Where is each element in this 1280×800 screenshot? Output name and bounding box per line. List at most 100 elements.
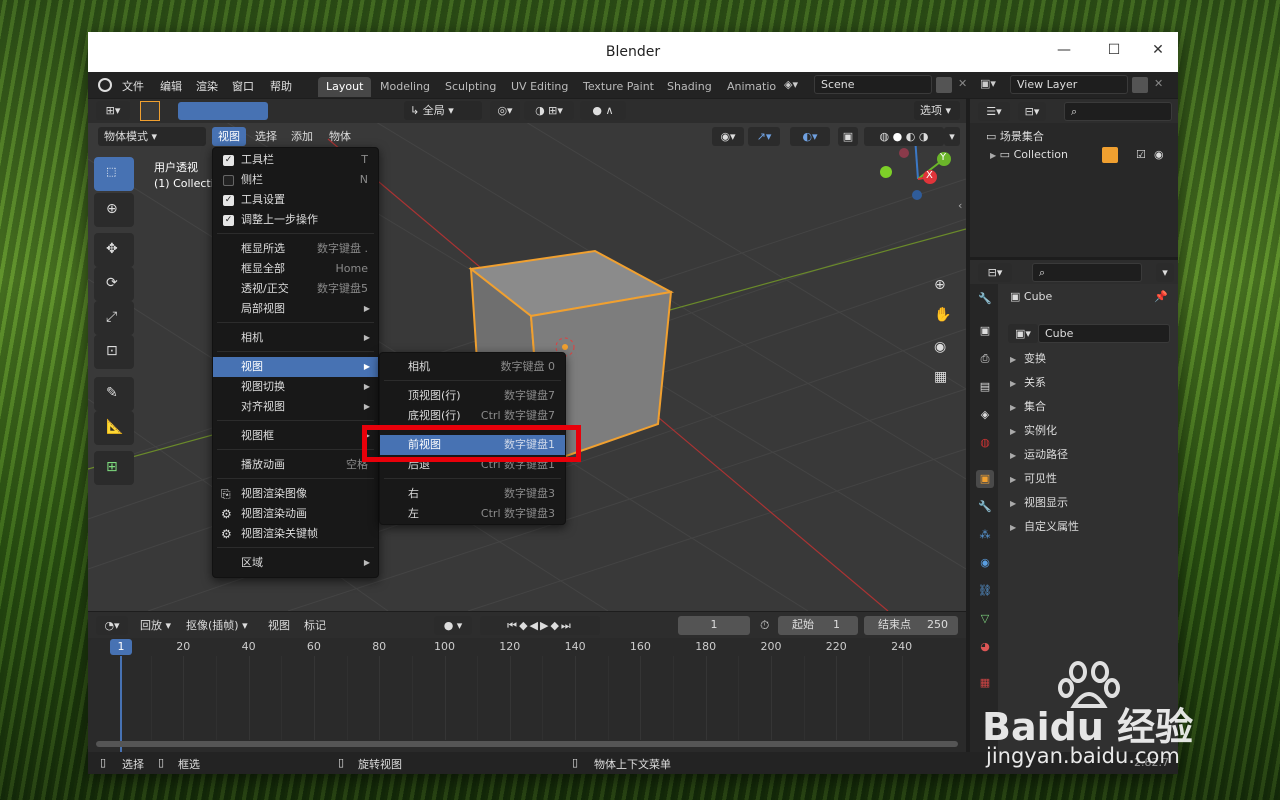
object-name-field[interactable]: Cube [1038,324,1170,343]
shading-mode-icons[interactable]: ◍ ● ◐ ◑ [864,127,944,146]
menu-item-align-view[interactable]: 对齐视图 ▶ [213,397,378,417]
panel-instancing[interactable]: ▶ 实例化 [1010,420,1057,442]
gizmo-toggle-icon[interactable]: ↗▾ [748,127,780,146]
selection-mode-icons[interactable] [178,102,268,120]
view-layer-icon[interactable]: ▣▾ [980,77,996,90]
mode-select[interactable]: 物体模式 ▾ [98,127,206,146]
maximize-button[interactable]: ☐ [1104,42,1124,62]
menu-file[interactable]: 文件 [122,78,144,94]
menu-item-tool-settings[interactable]: ✓ 工具设置 [213,190,378,210]
outliner-search-input[interactable]: ⌕ [1064,102,1172,121]
pan-hand-icon[interactable]: ✋ [934,307,951,323]
menu-item-viewport-render-animation[interactable]: ⚙ 视图渲染动画 [213,504,378,524]
tool-rotate[interactable]: ⟳ [94,267,134,301]
playhead-frame-label[interactable]: 1 [110,639,132,655]
pin-icon[interactable]: 📌 [1154,290,1168,303]
transform-orientation-select[interactable]: ↳ 全局 ▾ [404,101,482,120]
tab-sculpting[interactable]: Sculpting [437,77,504,97]
menu-select[interactable]: 选择 [250,127,282,146]
properties-options-icon[interactable]: ▾ [1156,263,1174,282]
menu-item-area[interactable]: 区域 ▶ [213,553,378,573]
material-tab-icon[interactable]: ◕ [976,638,994,656]
tool-cursor[interactable]: ⊕ [94,193,134,227]
menu-item-view-regions[interactable]: 视图框 ▶ [213,426,378,446]
scene-icon[interactable]: ◈▾ [784,78,798,91]
properties-search-input[interactable]: ⌕ [1032,263,1142,282]
menu-item-play-animation[interactable]: 播放动画 空格 [213,455,378,475]
menu-item-frame-selected[interactable]: 框显所选 数字键盘 . [213,239,378,259]
tool-select-box[interactable]: ⬚ [94,157,134,191]
proportional-edit-icon[interactable]: ● ∧ [580,101,626,120]
mesh-data-tab-icon[interactable]: ▽ [976,610,994,628]
particles-tab-icon[interactable]: ⁂ [976,526,994,544]
menu-item-navigation[interactable]: 视图切换 ▶ [213,377,378,397]
menu-item-viewpoint[interactable]: 视图 ▶ [213,357,378,377]
tool-transform[interactable]: ⊡ [94,335,134,369]
submenu-item-left[interactable]: 左 Ctrl 数字键盘3 [380,504,565,524]
auto-key-icon[interactable]: ● ▾ [434,616,472,635]
pivot-icon[interactable]: ◎▾ [490,101,520,120]
render-tab-icon[interactable]: ▣ [976,322,994,340]
menu-item-viewport-render-image[interactable]: ⎘ 视图渲染图像 [213,484,378,504]
clock-icon[interactable]: ⏱ [760,618,769,633]
timeline-scrollbar[interactable] [96,741,958,747]
object-data-type-icon[interactable]: ▣▾ [1008,324,1038,343]
timeline-menu-marker[interactable]: 标记 [300,616,334,635]
close-button[interactable]: ✕ [1148,42,1168,62]
menu-item-local-view[interactable]: 局部视图 ▶ [213,299,378,319]
eye-icon[interactable]: ◉ [1154,148,1164,161]
tool-measure[interactable]: 📐 [94,411,134,445]
tab-uv-editing[interactable]: UV Editing [503,77,576,97]
submenu-item-right[interactable]: 右 数字键盘3 [380,484,565,504]
tool-annotate[interactable]: ✎ [94,377,134,411]
tool-tab-icon[interactable]: 🔧 [976,290,994,308]
delete-scene-icon[interactable]: ✕ [958,77,967,90]
tool-add-cube[interactable]: ⊞ [94,451,134,485]
current-frame-field[interactable]: 1 [678,616,750,635]
menu-item-frame-all[interactable]: 框显全部 Home [213,259,378,279]
output-tab-icon[interactable]: ⎙ [976,350,994,368]
menu-edit[interactable]: 编辑 [160,78,182,94]
physics-tab-icon[interactable]: ◉ [976,554,994,572]
snap-icon[interactable]: ◑ ⊞▾ [524,101,574,120]
world-tab-icon[interactable]: ◍ [976,434,994,452]
panel-custom-properties[interactable]: ▶ 自定义属性 [1010,516,1079,538]
panel-relations[interactable]: ▶ 关系 [1010,372,1046,394]
timeline-menu-keying[interactable]: 抠像(插帧) ▾ [180,616,260,635]
panel-collections[interactable]: ▶ 集合 [1010,396,1046,418]
panel-viewport-display[interactable]: ▶ 视图显示 [1010,492,1068,514]
submenu-item-top[interactable]: 顶视图(行) 数字键盘7 [380,386,565,406]
overlay-icon[interactable]: ◐▾ [790,127,830,146]
properties-type-icon[interactable]: ⊟▾ [978,263,1012,282]
tab-animation[interactable]: Animatio [719,77,784,97]
ortho-toggle-icon[interactable]: ▦ [934,369,947,385]
menu-help[interactable]: 帮助 [270,78,292,94]
start-frame-field[interactable]: 起始 1 [778,616,858,635]
playback-controls[interactable]: ⏮◆◀▶◆⏭ [480,616,600,635]
visibility-icon[interactable]: ◉▾ [712,127,744,146]
menu-view[interactable]: 视图 [212,127,246,146]
panel-transform[interactable]: ▶ 变换 [1010,348,1046,370]
delete-view-layer-icon[interactable]: ✕ [1154,77,1163,90]
menu-item-persp-ortho[interactable]: 透视/正交 数字键盘5 [213,279,378,299]
checkbox-icon[interactable]: ☑ [1136,148,1146,161]
timeline-editor[interactable]: ◔▾ 回放 ▾ 抠像(插帧) ▾ 视图 标记 ● ▾ ⏮◆◀▶◆⏭ 1 ⏱ 起始… [88,612,966,752]
tab-texture-paint[interactable]: Texture Paint [575,77,662,97]
view-layer-tab-icon[interactable]: ▤ [976,378,994,396]
menu-item-adjust-last[interactable]: ✓ 调整上一步操作 [213,210,378,230]
timeline-editor-type-icon[interactable]: ◔▾ [96,616,128,635]
collection-row[interactable]: ▶ ▭ Collection ☑ ◉ [990,147,1176,163]
end-frame-field[interactable]: 结束点 250 [864,616,958,635]
camera-view-icon[interactable]: ◉ [934,339,946,355]
menu-item-viewport-render-keyframes[interactable]: ⚙ 视图渲染关键帧 [213,524,378,544]
timeline-menu-playback[interactable]: 回放 ▾ [134,616,174,635]
menu-object[interactable]: 物体 [324,127,356,146]
minimize-button[interactable]: — [1054,42,1074,62]
editor-type-icon[interactable]: ⊞▾ [96,101,130,120]
object-filter-icon[interactable] [1102,147,1118,163]
tab-layout[interactable]: Layout [318,77,372,97]
menu-item-toolbar[interactable]: ✓ 工具栏 T [213,150,378,170]
tab-modeling[interactable]: Modeling [372,77,438,97]
timeline-menu-view[interactable]: 视图 [264,616,298,635]
submenu-item-camera[interactable]: 相机 数字键盘 0 [380,357,565,377]
